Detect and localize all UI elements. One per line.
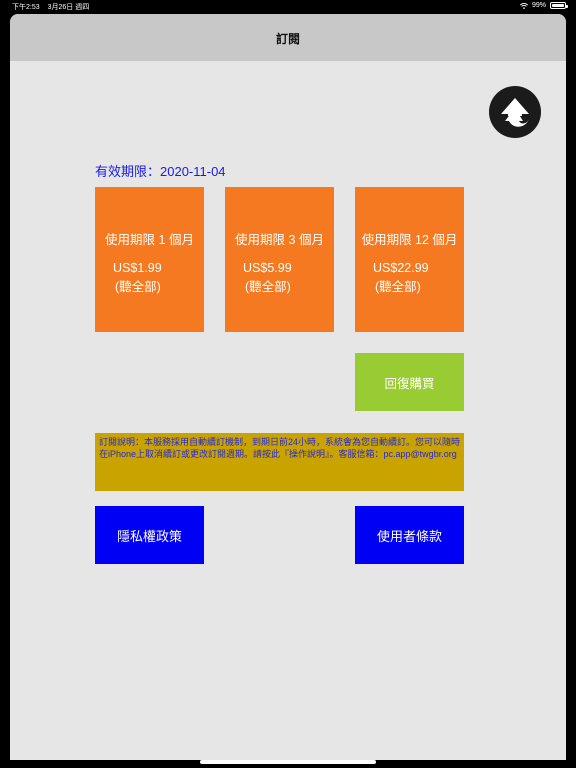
plan-name: 使用期限 12 個月 — [361, 233, 458, 247]
plan-3-month-button[interactable]: 使用期限 3 個月 US$5.99 (聽全部) — [225, 187, 334, 332]
curved-arrow-up-icon — [489, 86, 541, 142]
status-date: 3月26日 週四 — [47, 4, 90, 11]
plan-name: 使用期限 1 個月 — [105, 233, 194, 247]
plan-price: US$22.99 — [373, 261, 429, 275]
privacy-policy-button[interactable]: 隱私權政策 — [95, 506, 204, 564]
plan-12-month-button[interactable]: 使用期限 12 個月 US$22.99 (聽全部) — [355, 187, 464, 332]
battery-fill — [552, 4, 564, 7]
device-screen: 下午2:53 3月26日 週四 99% 訂閱 有效期限：2020-11-04 使… — [0, 0, 576, 768]
page-title: 訂閱 — [275, 32, 300, 46]
home-indicator[interactable] — [200, 760, 376, 764]
plan-scope: (聽全部) — [375, 280, 421, 294]
terms-of-use-button[interactable]: 使用者條款 — [355, 506, 464, 564]
battery-percent: 99% — [531, 2, 546, 9]
back-button[interactable] — [489, 86, 541, 138]
expiry-date: 有效期限：2020-11-04 — [95, 164, 226, 179]
subscription-sheet: 訂閱 有效期限：2020-11-04 使用期限 1 個月 US$1.99 (聽全… — [10, 14, 566, 760]
status-right: 99% — [519, 2, 568, 9]
status-left: 下午2:53 3月26日 週四 — [12, 2, 95, 12]
restore-purchase-button[interactable]: 回復購買 — [355, 353, 464, 411]
plan-price: US$5.99 — [243, 261, 292, 275]
subscription-notice[interactable]: 訂閱說明：本服務採用自動續訂機制，到期日前24小時，系統會為您自動續訂。您可以隨… — [95, 433, 464, 491]
status-time: 下午2:53 — [12, 4, 40, 11]
battery-icon — [550, 2, 568, 9]
plan-name: 使用期限 3 個月 — [235, 233, 324, 247]
plan-scope: (聽全部) — [115, 280, 161, 294]
nav-bar: 訂閱 — [10, 14, 566, 61]
plan-scope: (聽全部) — [245, 280, 291, 294]
wifi-icon — [519, 2, 529, 9]
status-bar: 下午2:53 3月26日 週四 99% — [0, 0, 576, 13]
plan-price: US$1.99 — [113, 261, 162, 275]
plan-1-month-button[interactable]: 使用期限 1 個月 US$1.99 (聽全部) — [95, 187, 204, 332]
